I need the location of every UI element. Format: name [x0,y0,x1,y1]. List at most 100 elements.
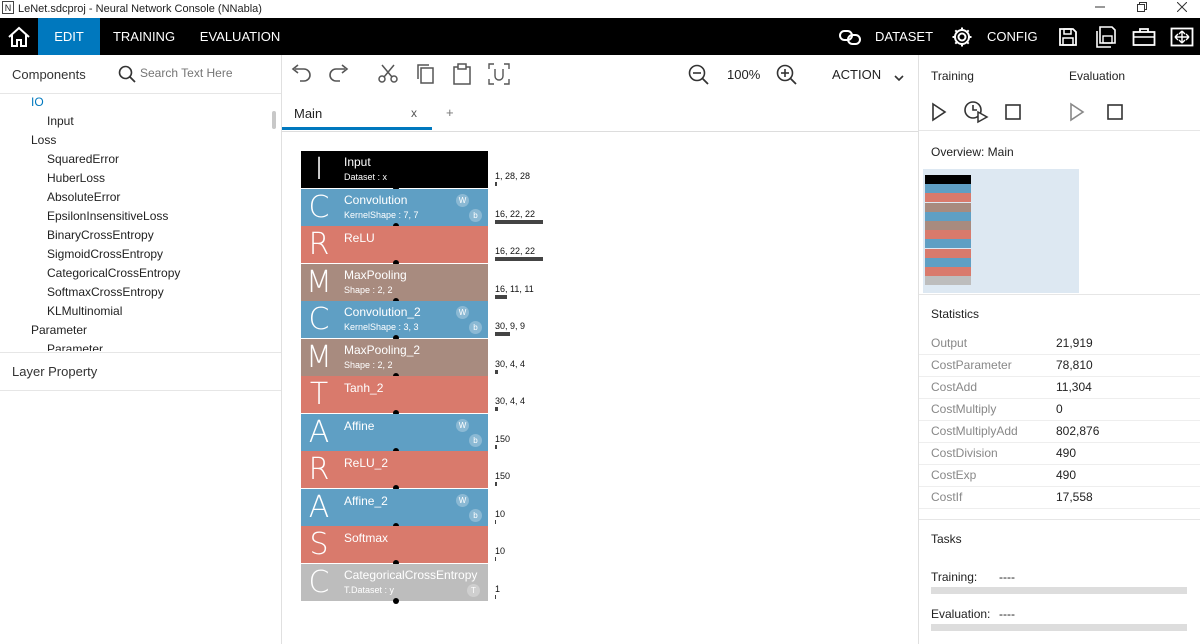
unit-icon[interactable] [488,63,510,90]
stat-value: 11,304 [1056,380,1092,394]
stat-row: CostParameter 78,810 [919,354,1200,377]
save-as-icon[interactable] [1092,18,1120,55]
tree-component[interactable]: AbsoluteError [0,188,272,207]
redo-icon[interactable] [328,64,350,89]
tab-training[interactable]: TRAINING [104,18,184,55]
copy-icon[interactable] [416,64,436,89]
overview-minimap[interactable] [923,169,1079,293]
layer-name: ReLU_2 [344,456,389,470]
output-shape-label: 150 [495,471,511,481]
chevron-down-icon[interactable] [894,69,904,87]
window-title-bar: N LeNet.sdcproj - Neural Network Console… [0,0,1200,18]
tree-category[interactable]: Loss [0,131,272,150]
minimap-layer [925,193,971,203]
save-icon[interactable] [1055,18,1081,55]
zoom-in-icon[interactable] [776,64,798,91]
output-size-bar [495,482,497,486]
layer-tanh-2[interactable]: T Tanh_2 [301,376,488,413]
connection-dot[interactable] [393,597,399,604]
tree-category[interactable]: IO [0,93,272,112]
output-size-bar [495,369,498,374]
tree-component[interactable]: Input [0,112,272,131]
layer-affine[interactable]: A Affine Wb [301,413,488,451]
evaluation-stop-icon[interactable] [1107,104,1123,125]
layer-affine-2[interactable]: A Affine_2 Wb [301,488,488,526]
dataset-link-icon[interactable] [836,18,864,55]
statistics-table: Output 21,919 CostParameter 78,810 CostAdd 11… [919,332,1200,512]
network-canvas[interactable]: I Input Dataset : x 1, 28, 28 C Convolution Ke… [282,132,918,644]
output-shape-label: 16, 11, 11 [495,283,534,294]
parameter-badge-t: T [467,583,480,597]
stat-row: CostAdd 11,304 [919,376,1200,399]
search-input[interactable] [140,63,274,83]
stat-value: 21,919 [1056,336,1093,350]
home-icon[interactable] [0,18,38,55]
parameter-badge-w: W [456,493,469,507]
gear-icon[interactable] [948,18,976,55]
training-stop-icon[interactable] [1005,104,1021,125]
training-resume-icon[interactable] [963,100,989,129]
tab-main[interactable]: Main x [282,93,432,130]
close-icon[interactable] [1162,0,1200,18]
layer-softmax[interactable]: S Softmax [301,526,488,563]
tree-component[interactable]: SquaredError [0,150,272,169]
layer-type-letter: C [308,564,330,600]
output-shape-label: 10 [495,508,506,519]
right-panel: Training Evaluation Overview: Main Stati… [918,55,1200,644]
layer-parameter: Dataset : x [344,172,388,182]
evaluation-label: Evaluation [1069,69,1126,83]
layer-input[interactable]: I Input Dataset : x [301,151,488,188]
layer-parameter: KernelShape : 3, 3 [344,322,419,332]
tree-component[interactable]: BinaryCrossEntropy [0,226,272,245]
layer-categoricalcrossentropy[interactable]: C CategoricalCrossEntropy T.Dataset : y T [301,563,488,601]
layer-parameter: Shape : 2, 2 [344,284,393,295]
layer-name: ReLU [344,231,375,245]
action-menu[interactable]: ACTION [832,67,881,82]
output-shape-label: 30, 4, 4 [495,358,526,369]
tab-evaluation[interactable]: EVALUATION [194,18,286,55]
tree-component[interactable]: Parameter [0,340,272,351]
layer-convolution-2[interactable]: C Convolution_2 KernelShape : 3, 3 Wb [301,301,488,338]
left-panel: Components IOInputLossSquaredErrorHuberL… [0,55,282,644]
tree-scrollbar[interactable] [272,111,276,129]
output-shape-label: 150 [495,433,511,444]
output-size-bar [495,407,498,411]
layer-maxpooling-2[interactable]: M MaxPooling_2 Shape : 2, 2 [301,338,488,376]
minimap-layer [925,230,971,240]
output-shape-label: 10 [495,546,506,556]
training-run-icon[interactable] [931,102,947,127]
maximize-icon[interactable] [1122,0,1162,18]
fit-window-icon[interactable] [1168,18,1196,55]
briefcase-icon[interactable] [1130,18,1158,55]
zoom-out-icon[interactable] [688,64,710,91]
stat-row: CostMultiply 0 [919,398,1200,421]
parameter-badge-b: b [469,433,482,447]
undo-icon[interactable] [290,64,312,89]
minimap-layer [925,248,971,258]
layer-name: Input [344,155,371,169]
layer-name: Tanh_2 [344,381,384,395]
layer-relu[interactable]: R ReLU [301,226,488,263]
cut-icon[interactable] [378,64,398,89]
tree-component[interactable]: KLMultinomial [0,302,272,321]
tree-category[interactable]: Parameter [0,321,272,340]
tree-component[interactable]: CategoricalCrossEntropy [0,264,272,283]
layer-maxpooling[interactable]: M MaxPooling Shape : 2, 2 [301,263,488,301]
tree-component[interactable]: SoftmaxCrossEntropy [0,283,272,302]
layer-name: Affine [344,418,375,433]
layer-relu-2[interactable]: R ReLU_2 [301,451,488,488]
add-tab-button[interactable]: + [446,105,454,120]
tree-component[interactable]: EpsilonInsensitiveLoss [0,207,272,226]
tree-component[interactable]: SigmoidCrossEntropy [0,245,272,264]
layer-convolution[interactable]: C Convolution KernelShape : 7, 7 Wb [301,188,488,226]
dataset-button[interactable]: DATASET [875,18,933,55]
output-size-bar [495,182,497,186]
config-button[interactable]: CONFIG [987,18,1038,55]
evaluation-run-icon[interactable] [1069,102,1085,127]
paste-icon[interactable] [452,63,472,90]
tab-close-button[interactable]: x [411,106,417,120]
tab-edit[interactable]: EDIT [38,18,100,55]
tree-component[interactable]: HuberLoss [0,169,272,188]
output-shape-label: 16, 22, 22 [495,208,536,219]
minimize-icon[interactable] [1080,0,1120,18]
